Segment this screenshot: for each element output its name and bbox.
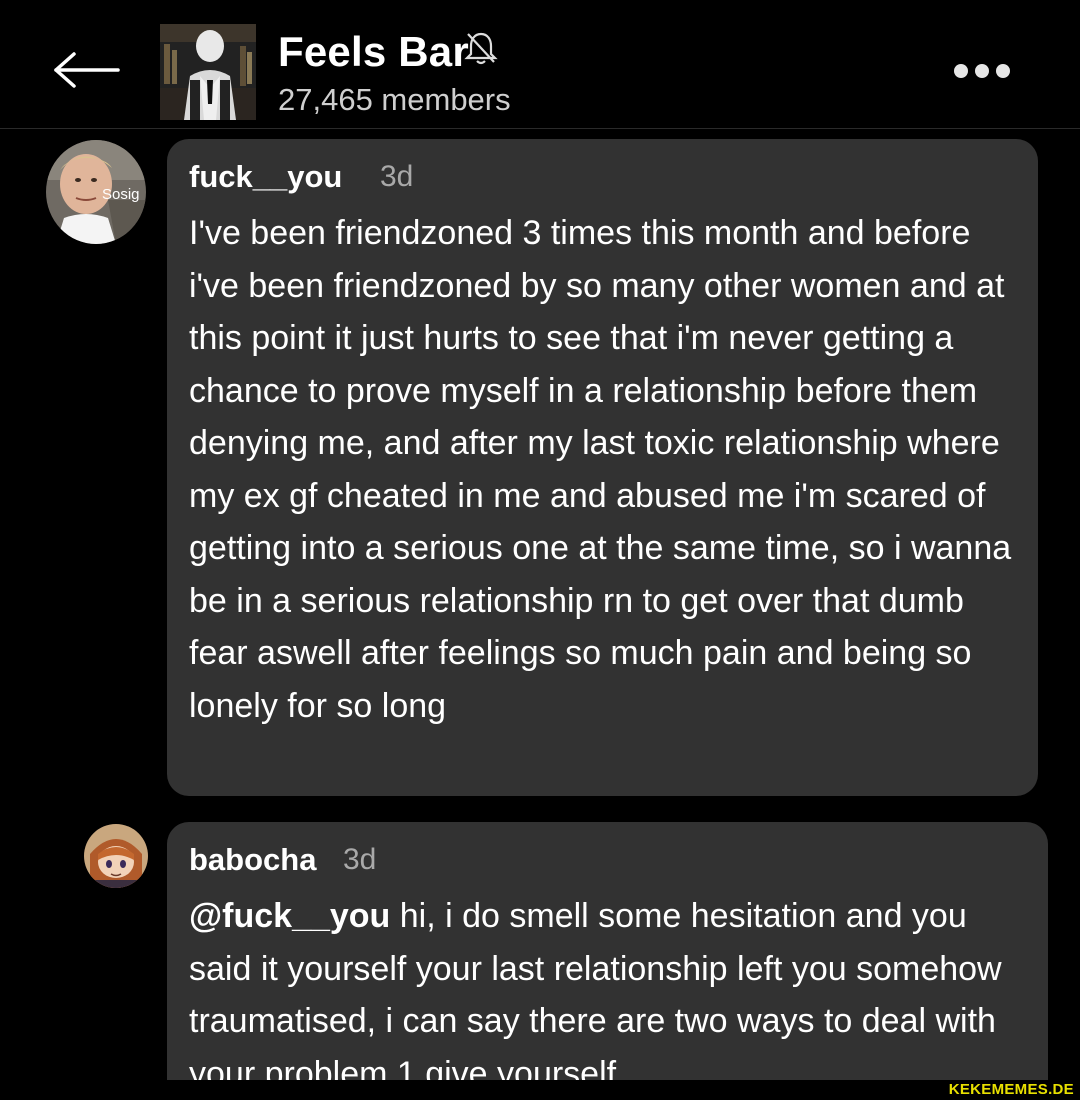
avatar[interactable]: Sosig [46, 140, 146, 244]
back-button[interactable] [48, 44, 124, 96]
avatar-label: Sosig [102, 186, 140, 203]
group-avatar[interactable] [160, 24, 256, 120]
message-timestamp: 3d [380, 160, 414, 193]
chat-screen: Feels Bar 27,465 members Sosig fuck__you… [0, 0, 1080, 1100]
message-bubble[interactable]: fuck__you 3d I've been friendzoned 3 tim… [167, 139, 1038, 796]
message-timestamp: 3d [343, 843, 377, 876]
watermark-strip [0, 1080, 1080, 1100]
watermark: KEKEMEMES.DE [948, 1081, 1074, 1098]
message-author[interactable]: fuck__you [189, 159, 342, 195]
group-avatar-image [160, 24, 256, 120]
group-title[interactable]: Feels Bar [278, 28, 469, 76]
member-count: 27,465 members [278, 82, 511, 117]
avatar[interactable] [84, 824, 148, 888]
arrow-left-icon [54, 52, 120, 88]
chat-header: Feels Bar 27,465 members [0, 0, 1080, 129]
avatar-image [84, 824, 148, 888]
message-bubble[interactable]: babocha 3d @fuck__you hi, i do smell som… [167, 822, 1048, 1100]
more-options-button[interactable] [940, 56, 1024, 86]
message-author[interactable]: babocha [189, 842, 316, 878]
bell-muted-icon [464, 32, 498, 65]
user-mention[interactable]: @fuck__you [189, 897, 390, 935]
message-text: I've been friendzoned 3 times this month… [189, 214, 1012, 725]
message-text: @fuck__you hi, i do smell some hesitatio… [189, 890, 1035, 1100]
ellipsis-icon [954, 64, 1010, 78]
